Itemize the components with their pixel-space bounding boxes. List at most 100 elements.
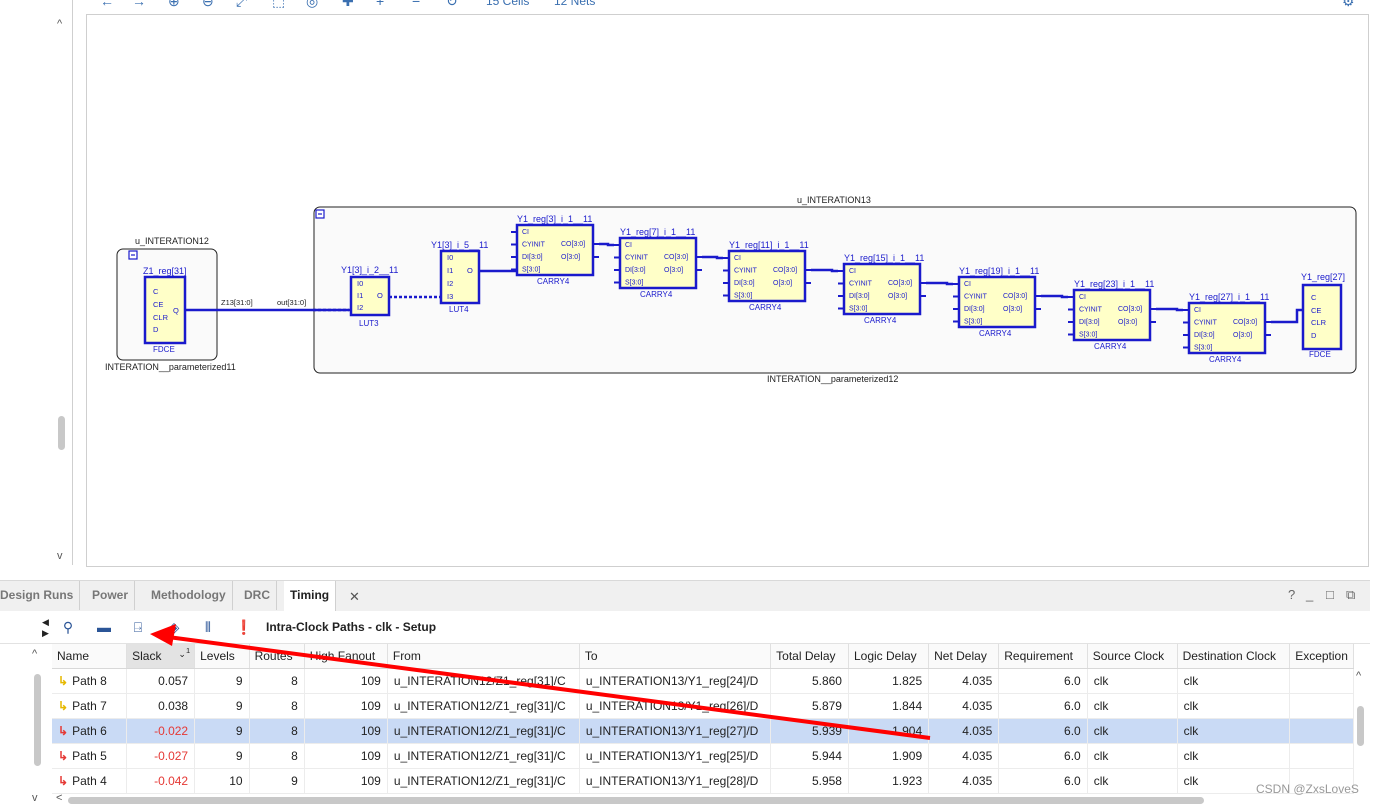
table-row[interactable]: ↳ Path 8 0.057 9 8 109 u_INTERATION12/Z1_reg[3… [52,668,1354,694]
save-icon[interactable]: ⍈ [128,617,148,637]
schematic-icon[interactable]: ◈ [164,617,184,637]
cell-dst[interactable]: clk [1177,693,1291,719]
cell-net[interactable]: 4.035 [928,693,1000,719]
cell-logic[interactable]: 1.923 [848,768,930,794]
forward-icon[interactable]: → [132,0,146,8]
scroll-down-icon[interactable]: v [57,550,63,562]
table-row[interactable]: ↳ Path 7 0.038 9 8 109 u_INTERATION12/Z1_reg[3… [52,693,1354,719]
col-requirement[interactable]: Requirement [998,644,1088,669]
cell-routes[interactable]: 8 [249,693,305,719]
cell-levels[interactable]: 9 [194,668,250,694]
tab-methodology[interactable]: Methodology [145,581,233,610]
cell-y1-reg[interactable]: Y1_reg[27] C CE CLR D FDCE [1301,272,1345,359]
cell-logic[interactable]: 1.909 [848,743,930,769]
cell-carry4[interactable]: Y1_reg[15]_i_1__11 CI CYINIT DI[3:0] S[3:0] C… [838,253,926,325]
add-icon[interactable]: ✚ [342,0,356,8]
cell-total[interactable]: 5.939 [770,718,849,744]
col-to[interactable]: To [579,644,772,669]
scroll-up-icon[interactable]: ^ [57,18,62,30]
cell-routes[interactable]: 8 [249,668,305,694]
cell-dst[interactable]: clk [1177,668,1291,694]
cell-src[interactable]: clk [1087,693,1178,719]
cell-req[interactable]: 6.0 [998,718,1088,744]
close-tab-icon[interactable]: ✕ [349,589,360,605]
horizontal-scrollbar-thumb[interactable] [68,797,1204,804]
cell-logic[interactable]: 1.825 [848,668,930,694]
cell-dst[interactable]: clk [1177,743,1291,769]
cell-src[interactable]: clk [1087,768,1178,794]
zoom-area-icon[interactable]: ⬚ [272,0,286,8]
cell-logic[interactable]: 1.904 [848,718,930,744]
cell-levels[interactable]: 9 [194,693,250,719]
cell-name[interactable]: ↳ Path 7 [52,693,128,719]
cell-carry4[interactable]: Y1_reg[7]_i_1__11 CI CYINIT DI[3:0] S[3:0] CO… [614,227,702,299]
float-icon[interactable]: ⧉ [1346,587,1355,603]
table-row[interactable]: ↳ Path 4 -0.042 10 9 109 u_INTERATION12/Z1_reg… [52,768,1354,794]
cell-total[interactable]: 5.879 [770,693,849,719]
cell-levels[interactable]: 10 [194,768,250,794]
tab-power[interactable]: Power [86,581,136,610]
cell-name[interactable]: ↳ Path 4 [52,768,128,794]
cell-req[interactable]: 6.0 [998,668,1088,694]
cell-routes[interactable]: 9 [249,768,305,794]
back-icon[interactable]: ← [100,0,114,8]
select-icon[interactable]: ◎ [306,0,320,8]
col-total-delay[interactable]: Total Delay [770,644,849,669]
cell-carry4[interactable]: Y1_reg[23]_i_1__11 CI CYINIT DI[3:0] S[3:0] C… [1068,279,1156,351]
cell-to[interactable]: u_INTERATION13/Y1_reg[25]/D [579,743,772,769]
help-icon[interactable]: ? [1288,587,1295,602]
cell-from[interactable]: u_INTERATION12/Z1_reg[31]/C [387,668,580,694]
tab-drc[interactable]: DRC [238,581,277,610]
cell-req[interactable]: 6.0 [998,768,1088,794]
col-levels[interactable]: Levels [194,644,250,669]
cell-name[interactable]: ↳ Path 5 [52,743,128,769]
cell-to[interactable]: u_INTERATION13/Y1_reg[24]/D [579,668,772,694]
scrollbar-thumb[interactable] [58,416,65,450]
cell-slack[interactable]: 0.038 [126,693,196,719]
cell-from[interactable]: u_INTERATION12/Z1_reg[31]/C [387,768,580,794]
cell-slack[interactable]: -0.022 [126,718,196,744]
cell-carry4[interactable]: Y1_reg[27]_i_1__11 CI CYINIT DI[3:0] S[3:0] C… [1183,292,1271,364]
cell-from[interactable]: u_INTERATION12/Z1_reg[31]/C [387,693,580,719]
cell-fanout[interactable]: 109 [304,743,388,769]
col-from[interactable]: From [387,644,580,669]
cell-z1-reg[interactable]: Z1_reg[31] C CE CLR D Q FDCE [143,266,187,354]
cell-from[interactable]: u_INTERATION12/Z1_reg[31]/C [387,743,580,769]
cell-total[interactable]: 5.958 [770,768,849,794]
cell-slack[interactable]: 0.057 [126,668,196,694]
left-pane-scrollbar[interactable]: ^ v [55,14,69,564]
col-routes[interactable]: Routes [249,644,305,669]
cell-req[interactable]: 6.0 [998,743,1088,769]
cell-net[interactable]: 4.035 [928,768,1000,794]
cell-fanout[interactable]: 109 [304,668,388,694]
cell-req[interactable]: 6.0 [998,693,1088,719]
cell-name[interactable]: ↳ Path 8 [52,668,128,694]
cell-total[interactable]: 5.860 [770,668,849,694]
cell-to[interactable]: u_INTERATION13/Y1_reg[26]/D [579,693,772,719]
cell-src[interactable]: clk [1087,718,1178,744]
right-scrollbar-thumb[interactable] [1357,706,1364,746]
cell-net[interactable]: 4.035 [928,668,1000,694]
cell-routes[interactable]: 8 [249,743,305,769]
col-slack[interactable]: Slack ⌄1 [126,644,196,669]
cell-slack[interactable]: -0.027 [126,743,196,769]
cell-slack[interactable]: -0.042 [126,768,196,794]
error-icon[interactable]: ❗ [234,617,254,637]
minus-icon[interactable]: − [412,0,426,8]
cell-fanout[interactable]: 109 [304,693,388,719]
cell-logic[interactable]: 1.844 [848,693,930,719]
cell-src[interactable]: clk [1087,743,1178,769]
minimize-icon[interactable]: _ [1306,587,1313,602]
cell-net[interactable]: 4.035 [928,718,1000,744]
table-row[interactable]: ↳ Path 5 -0.027 9 8 109 u_INTERATION12/Z1_reg[… [52,743,1354,769]
table-scroll-up-icon[interactable]: ^ [32,648,37,660]
cell-exception[interactable] [1289,693,1354,719]
cell-src[interactable]: clk [1087,668,1178,694]
col-logic-delay[interactable]: Logic Delay [848,644,930,669]
cell-carry4[interactable]: Y1_reg[3]_i_1__11 CI CYINIT DI[3:0] S[3:0] CO… [511,214,599,286]
settings-gear-icon[interactable]: ⚙ [1342,0,1356,8]
collapse-icon[interactable] [315,209,325,219]
cell-levels[interactable]: 9 [194,718,250,744]
cell-carry4[interactable]: Y1_reg[11]_i_1__11 CI CYINIT DI[3:0] S[3:0] C… [723,240,811,312]
cell-name[interactable]: ↳ Path 6 [52,718,128,744]
